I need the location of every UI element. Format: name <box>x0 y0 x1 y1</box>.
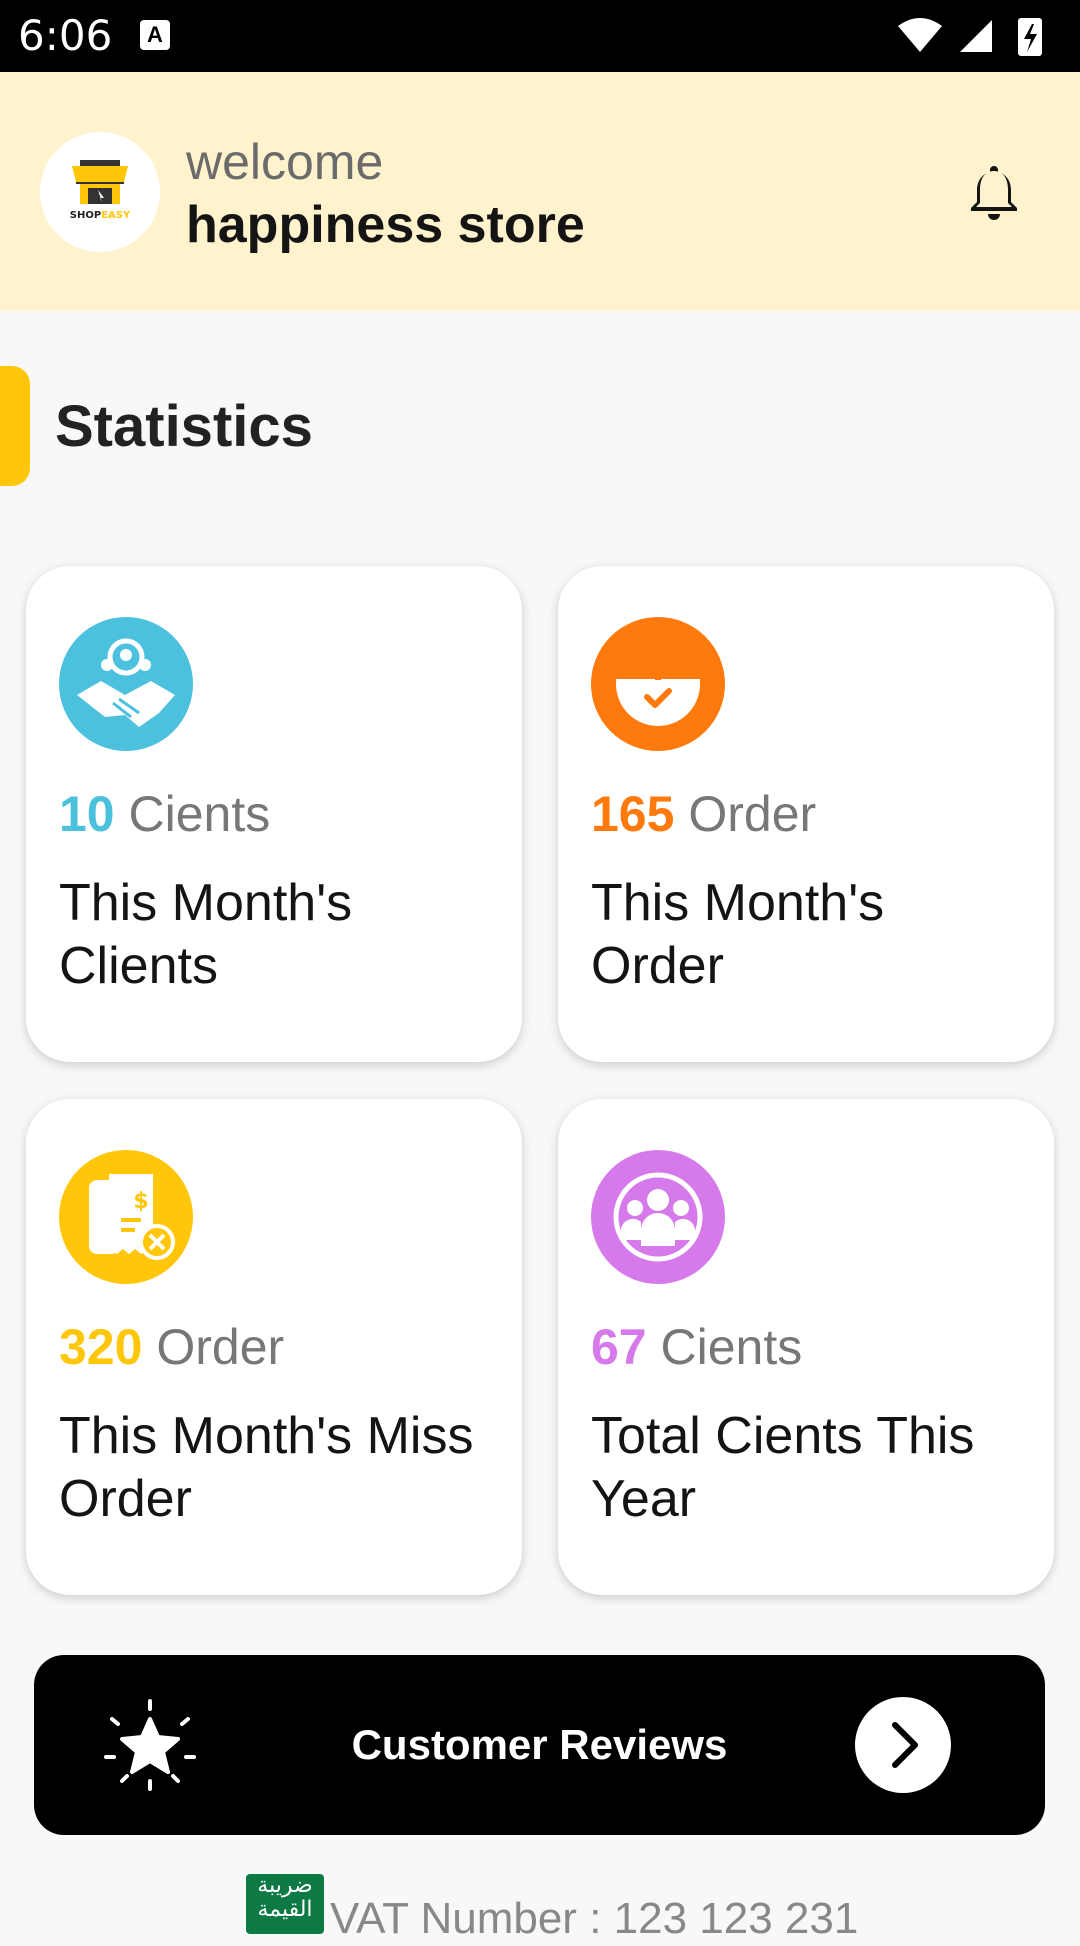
store-name: happiness store <box>186 196 585 254</box>
card-unit: Cients <box>660 1319 803 1375</box>
card-value: 10 <box>59 786 115 842</box>
card-stat: 320 Order <box>59 1317 284 1377</box>
stat-card-clients[interactable]: 10 Cients This Month's Clients <box>26 566 522 1062</box>
card-unit: Order <box>156 1319 285 1375</box>
signal-icon <box>960 20 992 52</box>
order-timer-icon <box>591 617 725 751</box>
card-label: Total Cients This Year <box>591 1407 975 1528</box>
card-unit: Cients <box>128 786 271 842</box>
miss-order-receipt-icon: $ <box>59 1150 193 1284</box>
card-label: This Month's Miss Order <box>59 1407 474 1528</box>
svg-text:$: $ <box>133 1189 148 1214</box>
card-stat: 67 Cients <box>591 1317 802 1377</box>
section-accent <box>0 366 30 486</box>
welcome-text: welcome <box>186 134 384 190</box>
store-logo: SHOPEASY <box>40 132 160 252</box>
stat-card-yearly-clients[interactable]: 67 Cients Total Cients This Year <box>558 1099 1054 1595</box>
card-value: 320 <box>59 1319 143 1375</box>
card-unit: Order <box>688 786 817 842</box>
card-label: This Month's Order <box>591 874 885 995</box>
svg-text:SHOPEASY: SHOPEASY <box>70 210 131 221</box>
card-stat: 10 Cients <box>59 784 270 844</box>
clients-handshake-icon <box>59 617 193 751</box>
card-label: This Month's Clients <box>59 874 353 995</box>
status-bar: 6:06 A <box>0 0 1080 72</box>
wifi-icon <box>898 18 942 52</box>
card-value: 67 <box>591 1319 647 1375</box>
vat-logo: ضريبة القيمة <box>246 1874 324 1934</box>
customer-reviews-button[interactable]: Customer Reviews <box>34 1655 1045 1835</box>
card-value: 165 <box>591 786 675 842</box>
stat-card-orders[interactable]: 165 Order This Month's Order <box>558 566 1054 1062</box>
bell-icon[interactable] <box>962 160 1026 224</box>
card-stat: 165 Order <box>591 784 816 844</box>
status-time: 6:06 <box>18 11 113 60</box>
chevron-right-icon[interactable] <box>855 1697 951 1793</box>
status-badge: A <box>140 20 170 50</box>
shop-logo-icon: SHOPEASY <box>70 160 131 221</box>
group-users-icon <box>591 1150 725 1284</box>
status-icons <box>898 18 1042 56</box>
vat-number: VAT Number : 123 123 231 <box>330 1894 859 1943</box>
stat-card-miss-orders[interactable]: $ 320 Order This Month's Miss Order <box>26 1099 522 1595</box>
statistics-title: Statistics <box>55 394 313 459</box>
header: SHOPEASY welcome happiness store <box>0 72 1080 311</box>
